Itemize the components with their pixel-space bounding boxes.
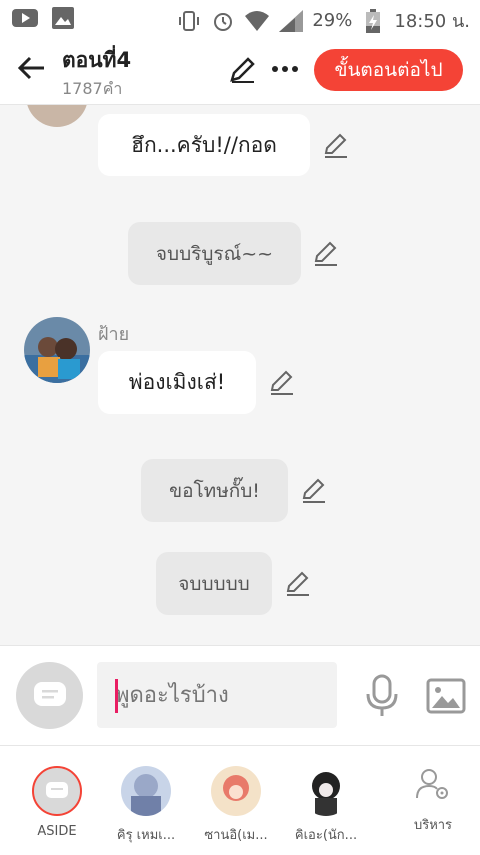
user-settings-icon bbox=[415, 766, 451, 802]
image-icon[interactable] bbox=[426, 676, 466, 716]
message-bubble[interactable]: พ่องเมิงเส่! bbox=[98, 351, 256, 414]
message-text: พ่องเมิงเส่! bbox=[128, 370, 226, 394]
character-label: คิเอะ(นัก... bbox=[294, 828, 358, 843]
message-input[interactable] bbox=[97, 662, 337, 728]
character-label: บริหาร bbox=[413, 818, 453, 833]
character-kie[interactable]: คิเอะ(นัก... bbox=[286, 766, 366, 845]
chat-bubble-icon bbox=[32, 766, 82, 816]
word-count: 1787คำ bbox=[62, 79, 123, 98]
more-options-icon[interactable] bbox=[270, 54, 300, 84]
gallery-icon bbox=[50, 6, 76, 30]
character-sanai[interactable]: ซานอิ(เม... bbox=[196, 766, 276, 845]
character-aside[interactable]: ASIDE bbox=[17, 766, 97, 839]
battery-charging-icon bbox=[360, 8, 386, 33]
narration-bubble[interactable]: ขอโทษกั๊บ! bbox=[141, 459, 288, 522]
speaker-name: ฝ้าย bbox=[98, 324, 130, 345]
edit-message-icon[interactable] bbox=[322, 131, 350, 159]
character-label: คิรุ เหมเ... bbox=[116, 828, 176, 843]
character-avatar bbox=[211, 766, 261, 816]
chapter-title: ตอนที่4 bbox=[62, 48, 132, 72]
character-avatar bbox=[301, 766, 351, 816]
story-chat-area[interactable]: ฮึก...ครับ!//กอด จบบริบูรณ์~~ ฝ้าย พ่องเ… bbox=[0, 105, 480, 645]
edit-message-icon[interactable] bbox=[312, 239, 340, 267]
character-label: ซานอิ(เม... bbox=[204, 828, 268, 843]
edit-pencil-icon[interactable] bbox=[228, 54, 258, 84]
wifi-icon bbox=[244, 9, 270, 33]
avatar bbox=[26, 105, 88, 127]
character-kiru[interactable]: คิรุ เหมเ... bbox=[106, 766, 186, 845]
aside-toggle-button[interactable] bbox=[16, 662, 83, 729]
edit-message-icon[interactable] bbox=[284, 569, 312, 597]
edit-message-icon[interactable] bbox=[300, 476, 328, 504]
microphone-icon[interactable] bbox=[362, 674, 402, 718]
narration-bubble[interactable]: จบบบบบ bbox=[156, 552, 272, 615]
narration-text: ขอโทษกั๊บ! bbox=[169, 479, 260, 502]
narration-bubble[interactable]: จบบริบูรณ์~~ bbox=[128, 222, 301, 285]
manage-characters[interactable]: บริหาร bbox=[393, 766, 473, 835]
vibrate-icon bbox=[176, 9, 202, 33]
edit-message-icon[interactable] bbox=[268, 368, 296, 396]
message-text: ฮึก...ครับ!//กอด bbox=[131, 132, 277, 157]
alarm-icon bbox=[210, 9, 236, 33]
signal-icon bbox=[278, 9, 304, 33]
battery-percent: 29% bbox=[312, 10, 353, 31]
chat-bubble-icon bbox=[33, 681, 66, 706]
character-label: ASIDE bbox=[37, 824, 77, 839]
top-bar: ตอนที่4 1787คำ ขั้นตอนต่อไป bbox=[0, 36, 480, 105]
character-avatar bbox=[121, 766, 171, 816]
next-step-button[interactable]: ขั้นตอนต่อไป bbox=[314, 49, 463, 91]
composer-bar bbox=[0, 645, 480, 746]
message-bubble[interactable]: ฮึก...ครับ!//กอด bbox=[98, 114, 310, 176]
character-selector: ASIDE คิรุ เหมเ... ซานอิ(เม... คิเอะ(นัก… bbox=[0, 745, 480, 855]
youtube-icon bbox=[12, 6, 38, 30]
status-bar: 29% 18:50 น. bbox=[0, 0, 480, 36]
narration-text: จบบริบูรณ์~~ bbox=[155, 242, 274, 265]
speaker-avatar[interactable] bbox=[24, 317, 90, 383]
clock: 18:50 น. bbox=[394, 11, 470, 32]
back-arrow-icon[interactable] bbox=[14, 50, 50, 86]
narration-text: จบบบบบ bbox=[178, 572, 250, 595]
text-caret bbox=[115, 679, 118, 713]
